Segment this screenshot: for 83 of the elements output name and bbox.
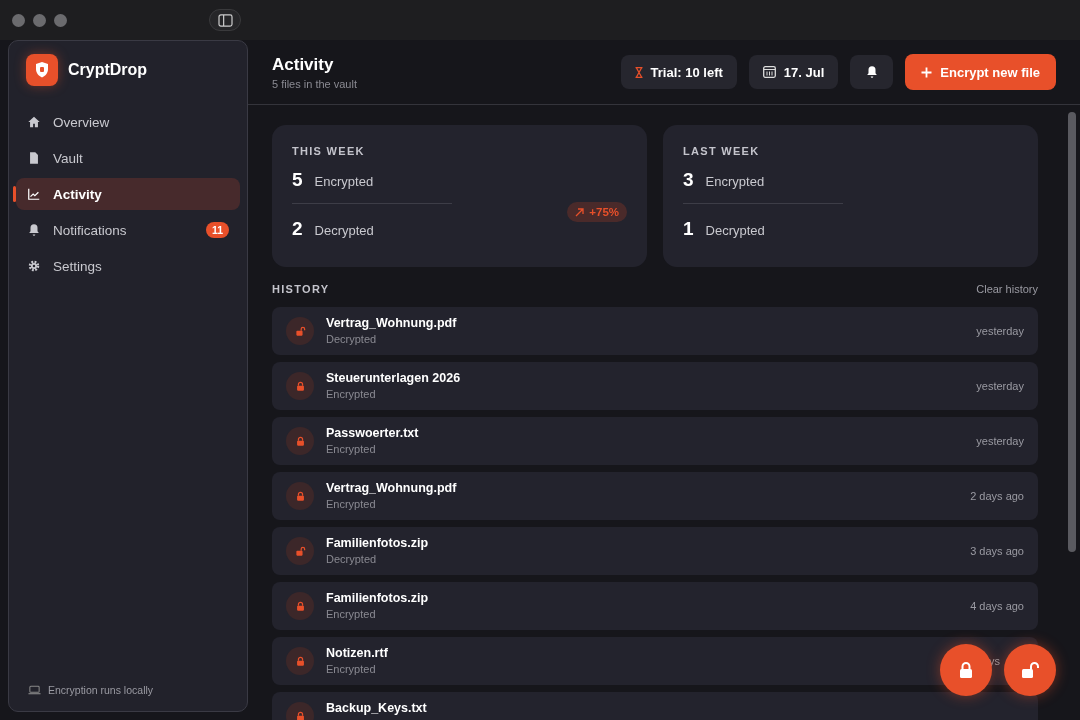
plus-icon (921, 66, 933, 78)
sidebar-icon (217, 13, 233, 27)
shield-logo-icon (26, 54, 58, 86)
unlocked-padlock-icon (1020, 661, 1040, 679)
padlock-icon (294, 655, 306, 667)
padlock-icon (958, 661, 974, 679)
section-title: HISTORY (272, 283, 330, 295)
zoom-window-button[interactable] (54, 13, 67, 27)
nav-item[interactable]: Settings (16, 250, 240, 282)
file-name: Backup_Keys.txt (326, 701, 427, 715)
file-name: Steuerunterlagen 2026 (326, 371, 461, 385)
timestamp: 3 days ago (970, 545, 1024, 557)
line-chart-icon (27, 187, 41, 201)
file-status: Encrypted (326, 443, 376, 455)
card-title: LAST WEEK (683, 145, 761, 157)
nav-item[interactable]: Activity (16, 178, 240, 210)
unlocked-padlock-icon (294, 545, 306, 557)
file-status: Encrypted (326, 608, 376, 620)
file-name: Vertrag_Wohnung.pdf (326, 316, 457, 330)
app-name: CryptDrop (68, 61, 148, 79)
file-status: Decrypted (326, 553, 377, 565)
nav-item[interactable]: Overview (16, 106, 240, 138)
bell-icon (27, 223, 41, 237)
file-status: Encrypted (326, 498, 376, 510)
stat-count: 1 (683, 218, 694, 240)
calendar-icon (762, 66, 776, 78)
stat-label: Decrypted (314, 223, 374, 238)
file-name: Notizen.rtf (326, 646, 388, 660)
timestamp: yesterday (976, 380, 1024, 392)
hourglass-icon (634, 66, 643, 78)
history-row[interactable]: Passwoerter.txt Encrypted yesterday (272, 417, 1038, 465)
file-status: Encrypted (326, 388, 376, 400)
home-icon (27, 115, 41, 129)
stat-count: 2 (292, 218, 303, 240)
stat-label: Encrypted (314, 174, 374, 189)
sidebar-toggle-button[interactable] (209, 9, 241, 31)
count-badge: 11 (205, 222, 229, 238)
padlock-icon (294, 600, 306, 612)
settings-icon (27, 259, 41, 273)
timestamp: yesterday (976, 435, 1024, 447)
stat-count: 5 (292, 169, 303, 191)
file-name: Vertrag_Wohnung.pdf (326, 481, 457, 495)
encrypt-button[interactable]: Encrypt new file (905, 54, 1056, 90)
nav-item[interactable]: Vault (16, 142, 240, 174)
history-row[interactable]: Backup_Keys.txt (272, 692, 1038, 720)
unlocked-padlock-icon (294, 325, 306, 337)
file-name: Familienfotos.zip (326, 591, 429, 605)
minimize-window-button[interactable] (33, 13, 46, 27)
stat-label: Decrypted (705, 223, 765, 238)
trial-button[interactable]: Trial: 10 left (620, 55, 737, 89)
file-status: Decrypted (326, 333, 377, 345)
page-title: Activity (272, 54, 335, 75)
decrypt-fab-button[interactable] (1004, 644, 1056, 696)
padlock-icon (294, 435, 306, 447)
timestamp: 4 days ago (970, 600, 1024, 612)
history-row[interactable]: Vertrag_Wohnung.pdf Encrypted 2 days ago (272, 472, 1038, 520)
nav-item[interactable]: Notifications 11 (16, 214, 240, 246)
stat-count: 3 (683, 169, 694, 191)
file-name: Familienfotos.zip (326, 536, 429, 550)
padlock-icon (294, 490, 306, 502)
footer-text: Encryption runs locally (48, 684, 154, 696)
timestamp: 2 days ago (970, 490, 1024, 502)
card-title: THIS WEEK (292, 145, 366, 157)
timestamp: yesterday (976, 325, 1024, 337)
date-button[interactable]: 17. Jul (748, 55, 839, 89)
close-window-button[interactable] (12, 13, 25, 27)
history-row[interactable]: Familienfotos.zip Encrypted 4 days ago (272, 582, 1038, 630)
notifications-button[interactable] (850, 55, 894, 89)
arrow-up-right-icon (575, 207, 585, 217)
padlock-icon (294, 380, 306, 392)
history-row[interactable]: Familienfotos.zip Decrypted 3 days ago (272, 527, 1038, 575)
trend-badge: +75% (567, 202, 627, 222)
page-subtitle: 5 files in the vault (272, 77, 358, 90)
clear-history-link[interactable]: Clear history (976, 283, 1038, 295)
scrollbar-thumb[interactable] (1068, 112, 1076, 552)
file-name: Passwoerter.txt (326, 426, 419, 440)
document-icon (27, 151, 41, 165)
file-status: Encrypted (326, 663, 376, 675)
history-row[interactable]: Steuerunterlagen 2026 Encrypted yesterday (272, 362, 1038, 410)
padlock-icon (294, 710, 306, 720)
stat-label: Encrypted (705, 174, 765, 189)
history-row[interactable]: Vertrag_Wohnung.pdf Decrypted yesterday (272, 307, 1038, 355)
laptop-icon (28, 685, 41, 695)
